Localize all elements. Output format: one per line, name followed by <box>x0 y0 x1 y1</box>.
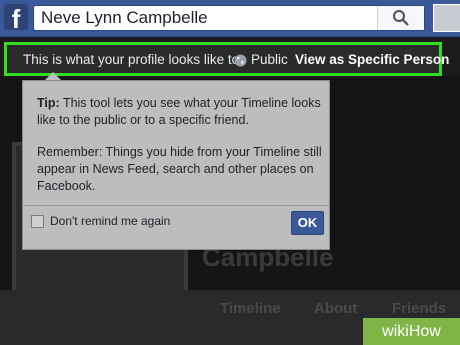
ok-button[interactable]: OK <box>291 211 324 235</box>
tab-friends[interactable]: Friends <box>392 300 446 317</box>
search-bar[interactable]: Neve Lynn Campbelle <box>33 5 425 31</box>
top-bar: f Neve Lynn Campbelle <box>0 0 460 37</box>
facebook-logo-icon[interactable]: f <box>4 4 28 34</box>
audience-public-link[interactable]: Public <box>251 52 288 67</box>
search-button[interactable] <box>377 6 424 30</box>
tab-timeline[interactable]: Timeline <box>220 300 281 317</box>
view-as-banner: This is what your profile looks like to:… <box>4 42 449 76</box>
banner-prefix: This is what your profile looks like to: <box>23 52 243 67</box>
tab-about[interactable]: About <box>314 300 357 317</box>
tip-text: This tool lets you see what your Timelin… <box>37 96 321 127</box>
tip-label: Tip: <box>37 96 60 110</box>
globe-icon <box>234 54 247 67</box>
remember-text: Remember: Things you hide from your Time… <box>37 145 322 193</box>
divider <box>23 205 329 206</box>
view-as-specific-person-link[interactable]: View as Specific Person <box>295 52 449 67</box>
tip-paragraph: Tip: This tool lets you see what your Ti… <box>37 95 322 129</box>
search-input[interactable]: Neve Lynn Campbelle <box>41 8 208 28</box>
search-icon <box>393 10 409 26</box>
dont-remind-checkbox[interactable] <box>31 215 44 228</box>
tip-popup: Tip: This tool lets you see what your Ti… <box>22 80 330 250</box>
avatar[interactable] <box>433 4 460 32</box>
dont-remind-label[interactable]: Don't remind me again <box>50 214 170 228</box>
wikihow-watermark: wikiHow <box>363 318 460 345</box>
